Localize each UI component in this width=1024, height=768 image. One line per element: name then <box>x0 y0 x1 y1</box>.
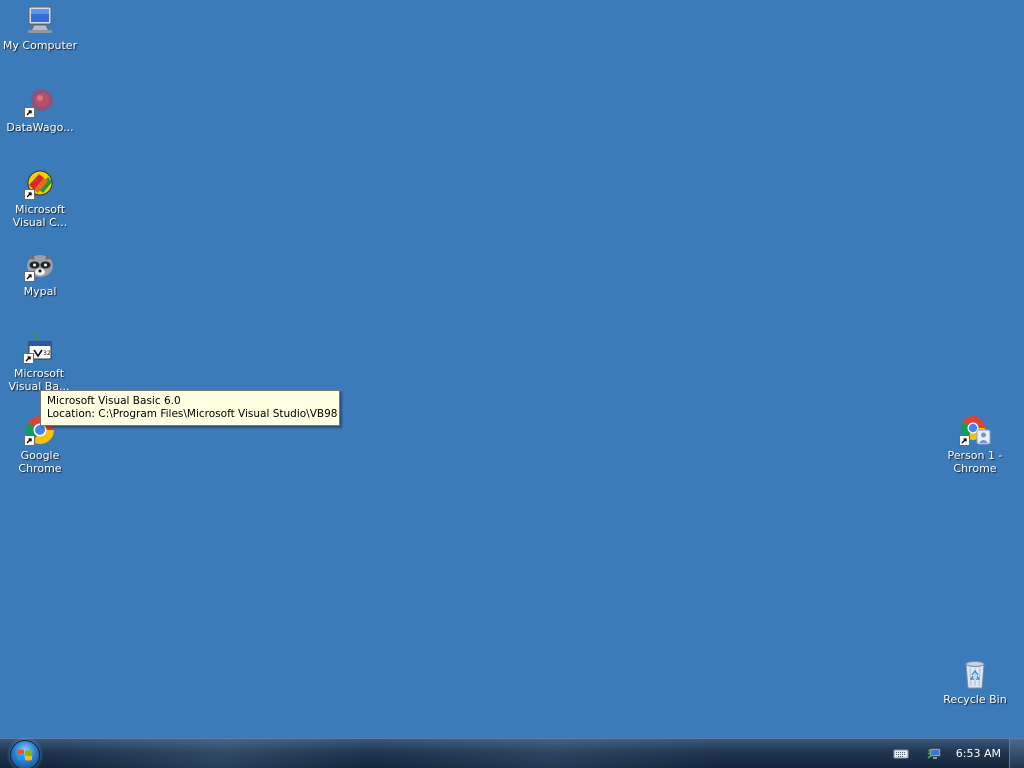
desktop-icon-visual-basic[interactable]: 32 Microsoft Visual Ba... <box>0 332 78 393</box>
desktop-icon-label: Microsoft Visual C... <box>12 203 68 229</box>
system-tray: 6:53 AM <box>884 739 1024 768</box>
shortcut-arrow-icon <box>959 435 970 446</box>
recycle-bin-icon <box>959 658 991 690</box>
desktop-icon-label: My Computer <box>2 39 78 52</box>
taskbar-clock[interactable]: 6:53 AM <box>952 747 1009 760</box>
tooltip-title: Microsoft Visual Basic 6.0 <box>47 395 181 407</box>
mypal-raccoon-icon <box>24 250 56 282</box>
shortcut-tooltip: Microsoft Visual Basic 6.0 Location: C:\… <box>40 390 340 426</box>
shortcut-arrow-icon <box>23 353 34 364</box>
windows-logo-icon <box>18 749 32 761</box>
chrome-person-icon <box>959 414 991 446</box>
visual-basic-icon: 32 <box>23 332 55 364</box>
datawagon-icon <box>24 86 56 118</box>
desktop-icon-recycle-bin[interactable]: Recycle Bin <box>936 658 1014 706</box>
network-icon[interactable] <box>927 746 943 762</box>
tooltip-location: Location: C:\Program Files\Microsoft Vis… <box>47 408 338 420</box>
desktop-icon-person-1-chrome[interactable]: Person 1 - Chrome <box>936 414 1014 475</box>
desktop-icon-label: Mypal <box>23 285 57 298</box>
shortcut-arrow-icon <box>24 189 35 200</box>
visual-cpp-icon <box>24 168 56 200</box>
svg-text:32: 32 <box>43 350 51 357</box>
desktop-icon-label: DataWago... <box>6 121 74 134</box>
shortcut-arrow-icon <box>24 107 35 118</box>
desktop-icon-label: Person 1 - Chrome <box>947 449 1003 475</box>
shortcut-arrow-icon <box>24 435 35 446</box>
shortcut-arrow-icon <box>24 271 35 282</box>
keyboard-icon[interactable] <box>893 746 909 762</box>
desktop-icon-datawagon[interactable]: DataWago... <box>1 86 79 134</box>
desktop-icon-mypal[interactable]: Mypal <box>1 250 79 298</box>
start-button[interactable] <box>10 740 40 768</box>
show-desktop-button[interactable] <box>1009 739 1024 768</box>
taskbar-background <box>60 739 880 768</box>
desktop-icon-label: Recycle Bin <box>943 693 1007 706</box>
taskbar: 6:53 AM <box>0 738 1024 768</box>
computer-icon <box>24 4 56 36</box>
desktop-icon-visual-cpp[interactable]: Microsoft Visual C... <box>1 168 79 229</box>
desktop-icon-label: Google Chrome <box>18 449 62 475</box>
desktop[interactable]: My Computer DataWago... Microsoft Visual… <box>0 0 1024 738</box>
desktop-icon-my-computer[interactable]: My Computer <box>1 4 79 52</box>
